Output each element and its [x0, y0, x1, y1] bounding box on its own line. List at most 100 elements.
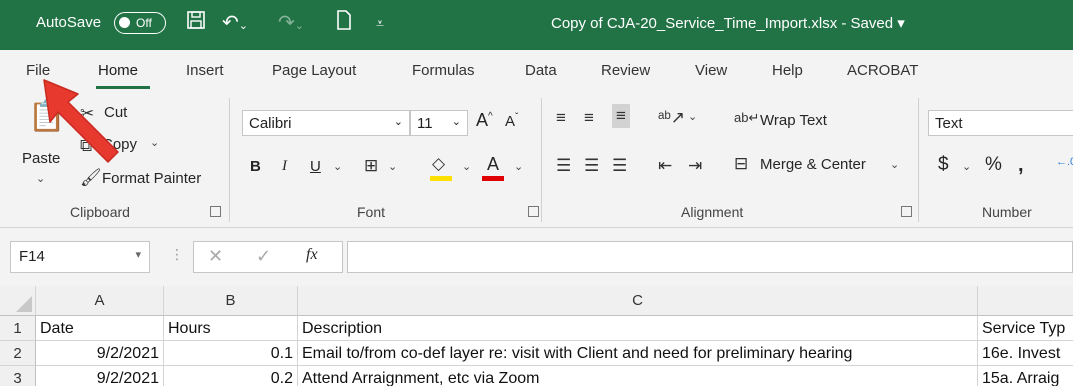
save-icon[interactable] [186, 10, 206, 37]
percent-icon[interactable]: % [985, 154, 1002, 176]
align-left-icon[interactable]: ☰ [556, 156, 571, 176]
select-all-corner[interactable] [0, 286, 36, 316]
grow-font-icon[interactable]: A^ [476, 110, 493, 131]
orientation-dropdown-icon[interactable]: ⌄ [688, 110, 697, 123]
table-cell[interactable]: Email to/from co-def layer re: visit wit… [298, 341, 978, 366]
alignment-launcher[interactable] [901, 206, 912, 217]
paste-dropdown-icon[interactable]: ⌄ [36, 172, 45, 185]
table-cell[interactable]: Date [36, 316, 164, 341]
tab-acrobat[interactable]: ACROBAT [847, 62, 918, 79]
divider [229, 98, 230, 222]
splitter-icon[interactable]: ⋮ [170, 246, 184, 263]
currency-dropdown-icon[interactable]: ⌄ [962, 160, 971, 173]
borders-icon[interactable]: ⊞ [364, 156, 378, 176]
tab-view[interactable]: View [695, 62, 727, 79]
format-painter-button[interactable]: Format Painter [102, 170, 201, 187]
align-bottom-icon[interactable]: ≡ [612, 104, 630, 128]
fill-dropdown-icon[interactable]: ⌄ [462, 160, 471, 173]
formula-input[interactable] [347, 241, 1073, 273]
table-cell[interactable]: 9/2/2021 [36, 341, 164, 366]
font-launcher[interactable] [528, 206, 539, 217]
table-cell[interactable]: 15a. Arraig [978, 366, 1073, 386]
tab-page-layout[interactable]: Page Layout [272, 62, 356, 79]
align-right-icon[interactable]: ☰ [612, 156, 627, 176]
merge-center-icon[interactable]: ⊟ [734, 154, 748, 174]
enter-icon[interactable]: ✓ [256, 246, 271, 267]
merge-center-button[interactable]: Merge & Center [760, 156, 866, 173]
decrease-indent-icon[interactable]: ⇤ [658, 156, 672, 176]
align-center-icon[interactable]: ☰ [584, 156, 599, 176]
clipboard-launcher[interactable] [210, 206, 221, 217]
underline-icon[interactable]: U [310, 158, 321, 175]
column-header-b[interactable]: B [164, 286, 298, 316]
row-header[interactable]: 2 [0, 341, 36, 366]
divider [541, 98, 542, 222]
tab-review[interactable]: Review [601, 62, 650, 79]
font-size-box[interactable]: 11 ⌄ [410, 110, 468, 136]
number-format-value: Text [935, 115, 963, 132]
fill-color-swatch [430, 176, 452, 181]
formula-buttons: ✕ ✓ fx [193, 241, 343, 273]
comma-style-icon[interactable]: , [1018, 154, 1024, 177]
ribbon-tabs: File Home Insert Page Layout Formulas Da… [0, 50, 1073, 94]
number-format-box[interactable]: Text [928, 110, 1073, 136]
bold-icon[interactable]: B [250, 158, 261, 175]
currency-icon[interactable]: $ [938, 154, 949, 176]
font-color-dropdown-icon[interactable]: ⌄ [514, 160, 523, 173]
format-painter-icon[interactable]: 🖌 [80, 168, 102, 188]
underline-dropdown-icon[interactable]: ⌄ [333, 160, 342, 173]
autosave-toggle[interactable]: Off [114, 12, 166, 34]
worksheet-grid: A B C 1 Date Hours Description Service T… [0, 286, 1073, 386]
table-cell[interactable]: Service Typ [978, 316, 1073, 341]
new-file-icon[interactable] [336, 10, 352, 37]
table-cell[interactable]: 16e. Invest [978, 341, 1073, 366]
tab-help[interactable]: Help [772, 62, 803, 79]
align-top-icon[interactable]: ≡ [556, 108, 566, 128]
toggle-knob [119, 17, 130, 28]
insert-function-icon[interactable]: fx [306, 246, 318, 264]
table-cell[interactable]: 0.2 [164, 366, 298, 386]
title-bar: AutoSave Off ↶⌄ ↷⌄ ⩡ Copy of CJA-20_Serv… [0, 0, 1073, 50]
merge-dropdown-icon[interactable]: ⌄ [890, 158, 899, 171]
cancel-icon[interactable]: ✕ [208, 246, 223, 267]
align-middle-icon[interactable]: ≡ [584, 108, 594, 128]
wrap-text-button[interactable]: Wrap Text [760, 112, 827, 129]
increase-indent-icon[interactable]: ⇥ [688, 156, 702, 176]
ribbon: 📋 Paste ⌄ ✂ Cut ⧉ Copy ⌄ 🖌 Format Painte… [0, 94, 1073, 228]
tab-formulas[interactable]: Formulas [412, 62, 475, 79]
font-name-box[interactable]: Calibri ⌄ [242, 110, 410, 136]
font-color-icon[interactable]: A [487, 154, 499, 175]
row-header[interactable]: 1 [0, 316, 36, 341]
clipboard-group-label: Clipboard [70, 204, 130, 220]
name-box[interactable]: F14 ▾ [10, 241, 150, 273]
table-cell[interactable]: Attend Arraignment, etc via Zoom [298, 366, 978, 386]
customize-qat-icon[interactable]: ⩡ [376, 10, 384, 36]
column-header-d[interactable] [978, 286, 1073, 316]
document-title: Copy of CJA-20_Service_Time_Import.xlsx … [551, 15, 905, 32]
table-cell[interactable]: 0.1 [164, 341, 298, 366]
tab-data[interactable]: Data [525, 62, 557, 79]
table-cell[interactable]: 9/2/2021 [36, 366, 164, 386]
italic-icon[interactable]: I [282, 158, 287, 175]
copy-dropdown-icon[interactable]: ⌄ [150, 136, 159, 149]
redo-icon[interactable]: ↷⌄ [278, 10, 304, 39]
shrink-font-icon[interactable]: Aˇ [505, 112, 518, 130]
tab-insert[interactable]: Insert [186, 62, 224, 79]
autosave-label: AutoSave [36, 14, 102, 31]
column-header-c[interactable]: C [298, 286, 978, 316]
font-group-label: Font [357, 204, 386, 220]
orientation-icon[interactable]: ᵃᵇ↗ [658, 108, 685, 128]
table-cell[interactable]: Hours [164, 316, 298, 341]
increase-decimal-icon[interactable]: ←.0 [1056, 156, 1073, 168]
font-name-value: Calibri [249, 115, 292, 132]
table-cell[interactable]: Description [298, 316, 978, 341]
autosave-state: Off [136, 16, 152, 30]
column-header-a[interactable]: A [36, 286, 164, 316]
row-header[interactable]: 3 [0, 366, 36, 386]
fill-color-icon[interactable]: ◇ [432, 154, 445, 174]
formula-bar: F14 ▾ ⋮ ✕ ✓ fx [0, 228, 1073, 286]
borders-dropdown-icon[interactable]: ⌄ [388, 160, 397, 173]
undo-icon[interactable]: ↶⌄ [222, 10, 248, 39]
font-color-swatch [482, 176, 504, 181]
wrap-text-icon[interactable]: ab↵ [734, 108, 759, 128]
